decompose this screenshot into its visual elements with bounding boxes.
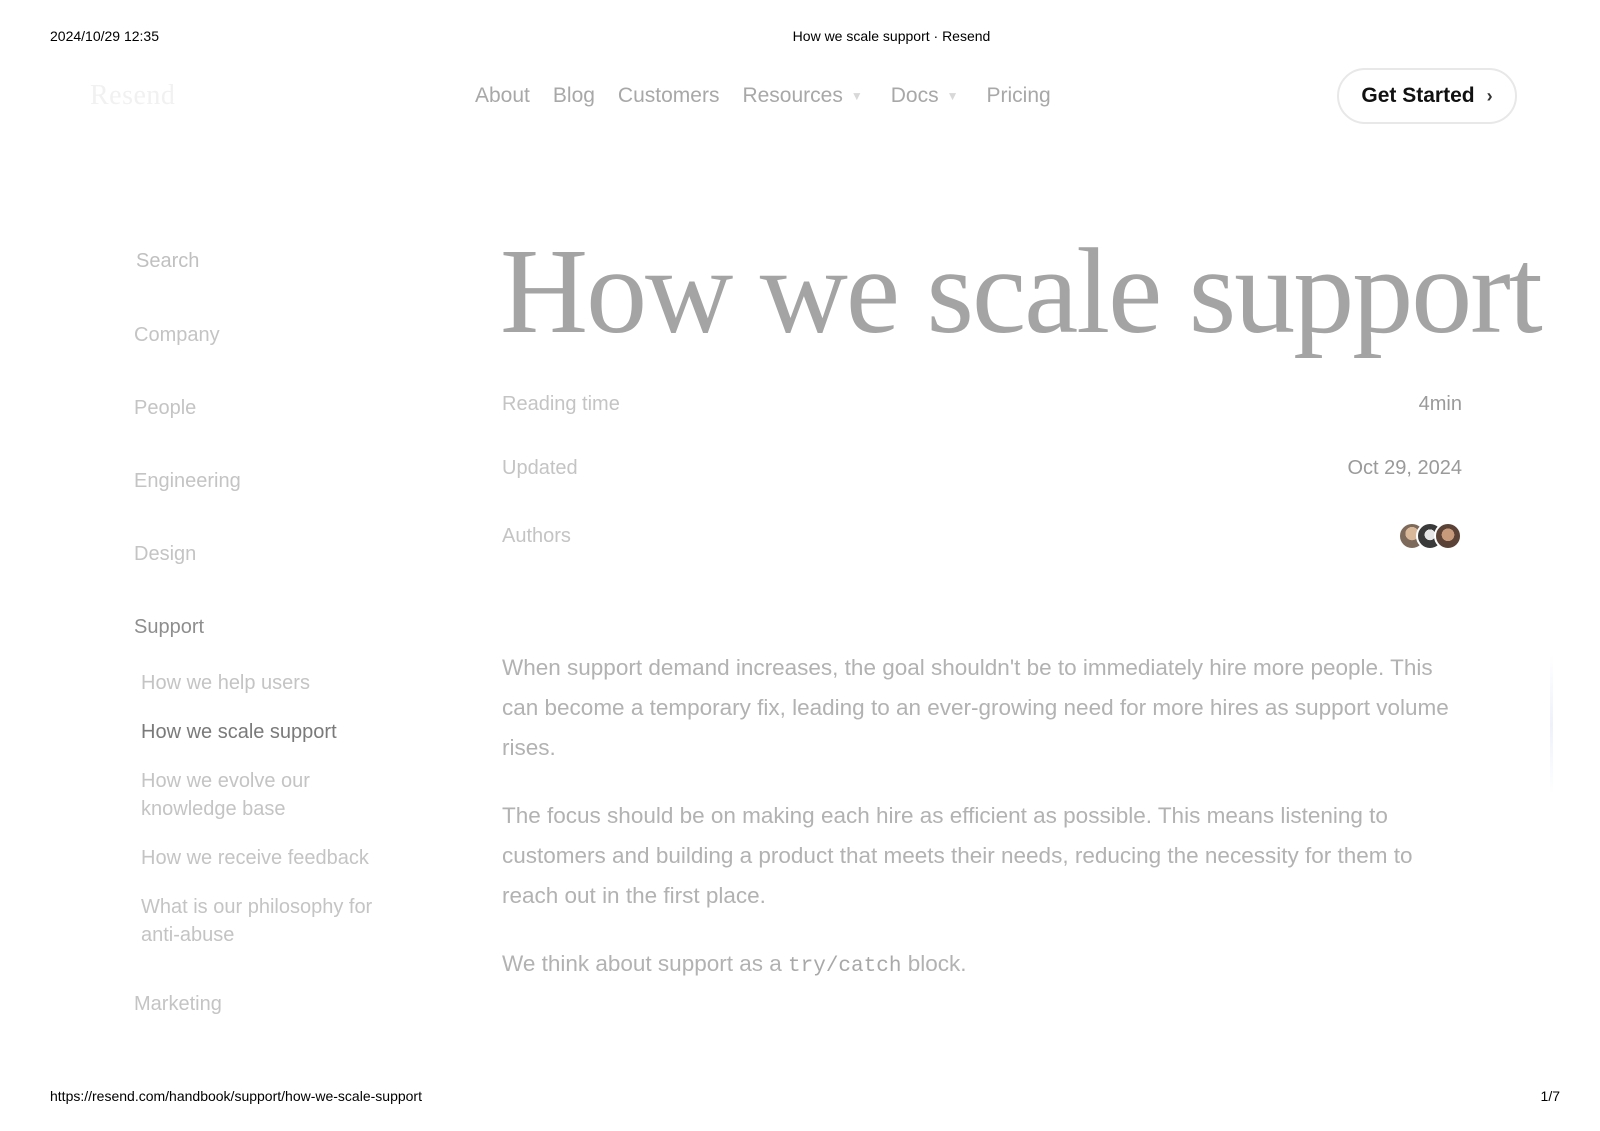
nav-resources[interactable]: Resources ▼ bbox=[742, 84, 867, 108]
reading-time-value: 4min bbox=[1418, 393, 1462, 415]
nav-pricing[interactable]: Pricing bbox=[986, 84, 1050, 108]
paragraph: We think about support as a try/catch bl… bbox=[502, 944, 1462, 987]
chevron-down-icon: ▼ bbox=[946, 89, 959, 103]
logo[interactable]: Resend bbox=[90, 80, 175, 112]
sidebar-item-knowledge-base[interactable]: How we evolve our knowledge base bbox=[141, 767, 401, 823]
meta-updated: Updated Oct 29, 2024 bbox=[502, 457, 1462, 480]
sidebar-category-design[interactable]: Design bbox=[134, 543, 424, 566]
avatar[interactable] bbox=[1434, 522, 1462, 550]
meta-authors: Authors bbox=[502, 522, 1462, 550]
chevron-right-icon: › bbox=[1486, 85, 1493, 106]
scrollbar[interactable] bbox=[1550, 655, 1553, 795]
print-date: 2024/10/29 12:35 bbox=[50, 28, 159, 44]
sidebar-category-marketing[interactable]: Marketing bbox=[134, 993, 424, 1016]
nav-docs[interactable]: Docs ▼ bbox=[891, 84, 964, 108]
article-body: When support demand increases, the goal … bbox=[502, 648, 1462, 1015]
reading-time-label: Reading time bbox=[502, 393, 620, 415]
search-input[interactable]: Search bbox=[136, 250, 424, 273]
sidebar-category-engineering[interactable]: Engineering bbox=[134, 470, 424, 493]
author-avatars bbox=[1398, 522, 1462, 550]
nav-docs-label: Docs bbox=[890, 84, 939, 107]
top-nav: About Blog Customers Resources ▼ Docs ▼ … bbox=[475, 84, 1074, 108]
paragraph-text: block. bbox=[901, 951, 967, 976]
sidebar-item-feedback[interactable]: How we receive feedback bbox=[141, 844, 401, 872]
sidebar-item-anti-abuse[interactable]: What is our philosophy for anti-abuse bbox=[141, 893, 401, 949]
nav-blog[interactable]: Blog bbox=[553, 84, 595, 108]
print-doc-title: How we scale support · Resend bbox=[0, 28, 1600, 44]
get-started-button[interactable]: Get Started › bbox=[1337, 68, 1517, 124]
sidebar-category-company[interactable]: Company bbox=[134, 324, 424, 347]
meta-reading-time: Reading time 4min bbox=[502, 393, 1462, 416]
print-page-number: 1/7 bbox=[1540, 1088, 1560, 1104]
print-url: https://resend.com/handbook/support/how-… bbox=[50, 1088, 422, 1104]
nav-customers[interactable]: Customers bbox=[618, 84, 720, 108]
get-started-label: Get Started bbox=[1361, 84, 1475, 107]
page-title: How we scale support bbox=[500, 224, 1543, 359]
paragraph: The focus should be on making each hire … bbox=[502, 803, 1413, 908]
updated-value: Oct 29, 2024 bbox=[1347, 457, 1462, 479]
sidebar-category-support[interactable]: Support bbox=[134, 616, 424, 639]
paragraph: When support demand increases, the goal … bbox=[502, 655, 1449, 760]
nav-resources-label: Resources bbox=[742, 84, 843, 107]
nav-about[interactable]: About bbox=[475, 84, 530, 108]
page: 2024/10/29 12:35 How we scale support · … bbox=[0, 0, 1600, 1131]
handbook-sidebar: Search Company People Engineering Design… bbox=[134, 250, 424, 1066]
updated-label: Updated bbox=[502, 457, 578, 479]
print-doc-title-text: How we scale support · Resend bbox=[792, 28, 991, 44]
paragraph-text: We think about support as a bbox=[502, 951, 789, 976]
inline-code: try/catch bbox=[788, 955, 902, 978]
sidebar-category-people[interactable]: People bbox=[134, 397, 424, 420]
chevron-down-icon: ▼ bbox=[850, 89, 863, 103]
sidebar-item-scale-support[interactable]: How we scale support bbox=[141, 718, 401, 746]
sidebar-item-help-users[interactable]: How we help users bbox=[141, 669, 401, 697]
authors-label: Authors bbox=[502, 524, 571, 547]
